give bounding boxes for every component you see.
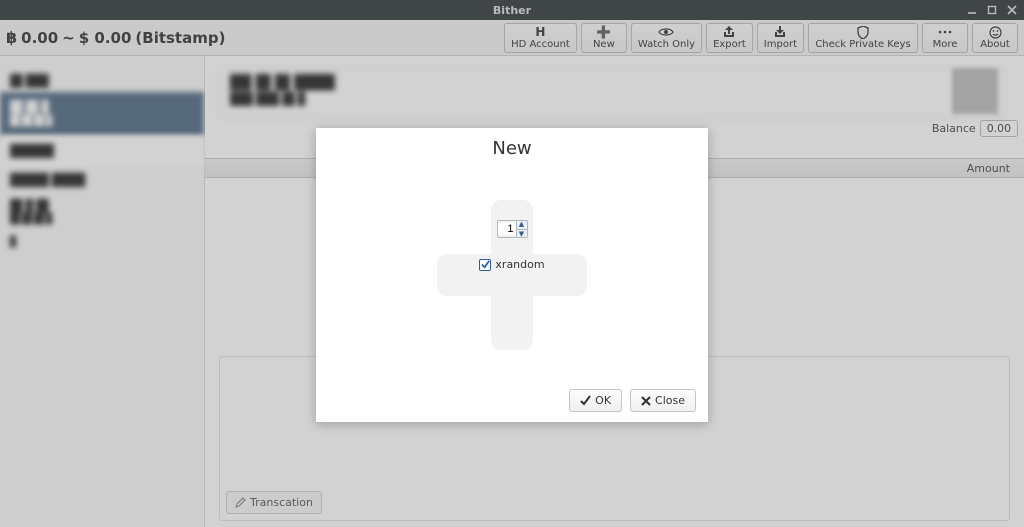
xrandom-checkbox[interactable] xyxy=(479,259,491,271)
count-input[interactable] xyxy=(498,223,516,235)
dialog-form: ▲ ▼ xrandom xyxy=(316,220,708,271)
dialog-actions: OK Close xyxy=(569,389,696,412)
dialog-title: New xyxy=(316,138,708,159)
ok-button[interactable]: OK xyxy=(569,389,622,412)
spinner-arrows: ▲ ▼ xyxy=(516,220,527,238)
new-dialog: New ▲ ▼ xrandom OK Close xyxy=(316,128,708,422)
xrandom-row[interactable]: xrandom xyxy=(479,258,544,271)
xrandom-label: xrandom xyxy=(495,258,544,271)
check-icon xyxy=(580,395,591,406)
close-label: Close xyxy=(655,394,685,407)
ok-label: OK xyxy=(595,394,611,407)
spinner-down-icon[interactable]: ▼ xyxy=(517,229,527,238)
spinner-up-icon[interactable]: ▲ xyxy=(517,220,527,229)
count-spinner[interactable]: ▲ ▼ xyxy=(497,220,528,238)
close-button[interactable]: Close xyxy=(630,389,696,412)
x-icon xyxy=(641,396,651,406)
check-icon xyxy=(481,260,490,269)
